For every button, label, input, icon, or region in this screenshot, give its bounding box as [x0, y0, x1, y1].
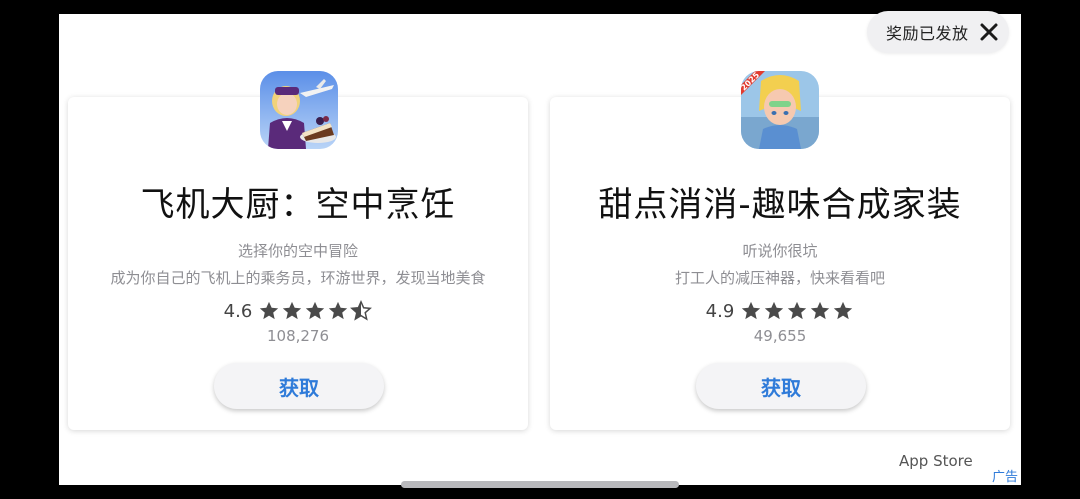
rating-value: 4.6 — [223, 300, 253, 322]
star-icon — [788, 301, 807, 320]
home-indicator[interactable] — [401, 481, 679, 488]
app-subtitle: 选择你的空中冒险 — [237, 242, 358, 260]
dessert-match-app-icon[interactable]: 2025 — [741, 71, 819, 149]
star-icon — [742, 301, 761, 320]
rating-row: 4.6 — [68, 300, 528, 322]
rating-count: 49,655 — [753, 327, 807, 345]
rating-value: 4.9 — [705, 300, 735, 322]
star-icon — [811, 301, 830, 320]
rating-row: 4.9 — [550, 300, 1010, 322]
app-description: 打工人的减压神器，快来看看吧 — [674, 269, 885, 287]
app-subtitle: 听说你很坑 — [742, 242, 818, 260]
star-icon — [283, 301, 302, 320]
close-icon[interactable] — [979, 22, 999, 42]
star-icon — [765, 301, 784, 320]
reward-status-text: 奖励已发放 — [886, 24, 969, 43]
star-icon — [329, 301, 348, 320]
star-icon — [306, 301, 325, 320]
app-store-label: App Store — [899, 452, 973, 470]
star-rating — [740, 300, 854, 322]
star-icon — [260, 301, 279, 320]
airline-chef-app-icon[interactable] — [260, 71, 338, 149]
star-icon — [834, 301, 853, 320]
app-title: 甜点消消-趣味合成家装 — [598, 185, 962, 225]
app-title: 飞机大厨：空中烹饪 — [140, 185, 456, 225]
reward-status-pill: 奖励已发放 — [867, 11, 1009, 53]
half-star-icon — [350, 300, 373, 321]
ad-label[interactable]: 广告 — [992, 466, 1018, 485]
star-rating — [258, 300, 373, 322]
get-button[interactable]: 获取 — [214, 363, 384, 409]
get-button[interactable]: 获取 — [696, 363, 866, 409]
rating-count: 108,276 — [266, 327, 330, 345]
app-description: 成为你自己的飞机上的乘务员，环游世界，发现当地美食 — [110, 269, 486, 287]
